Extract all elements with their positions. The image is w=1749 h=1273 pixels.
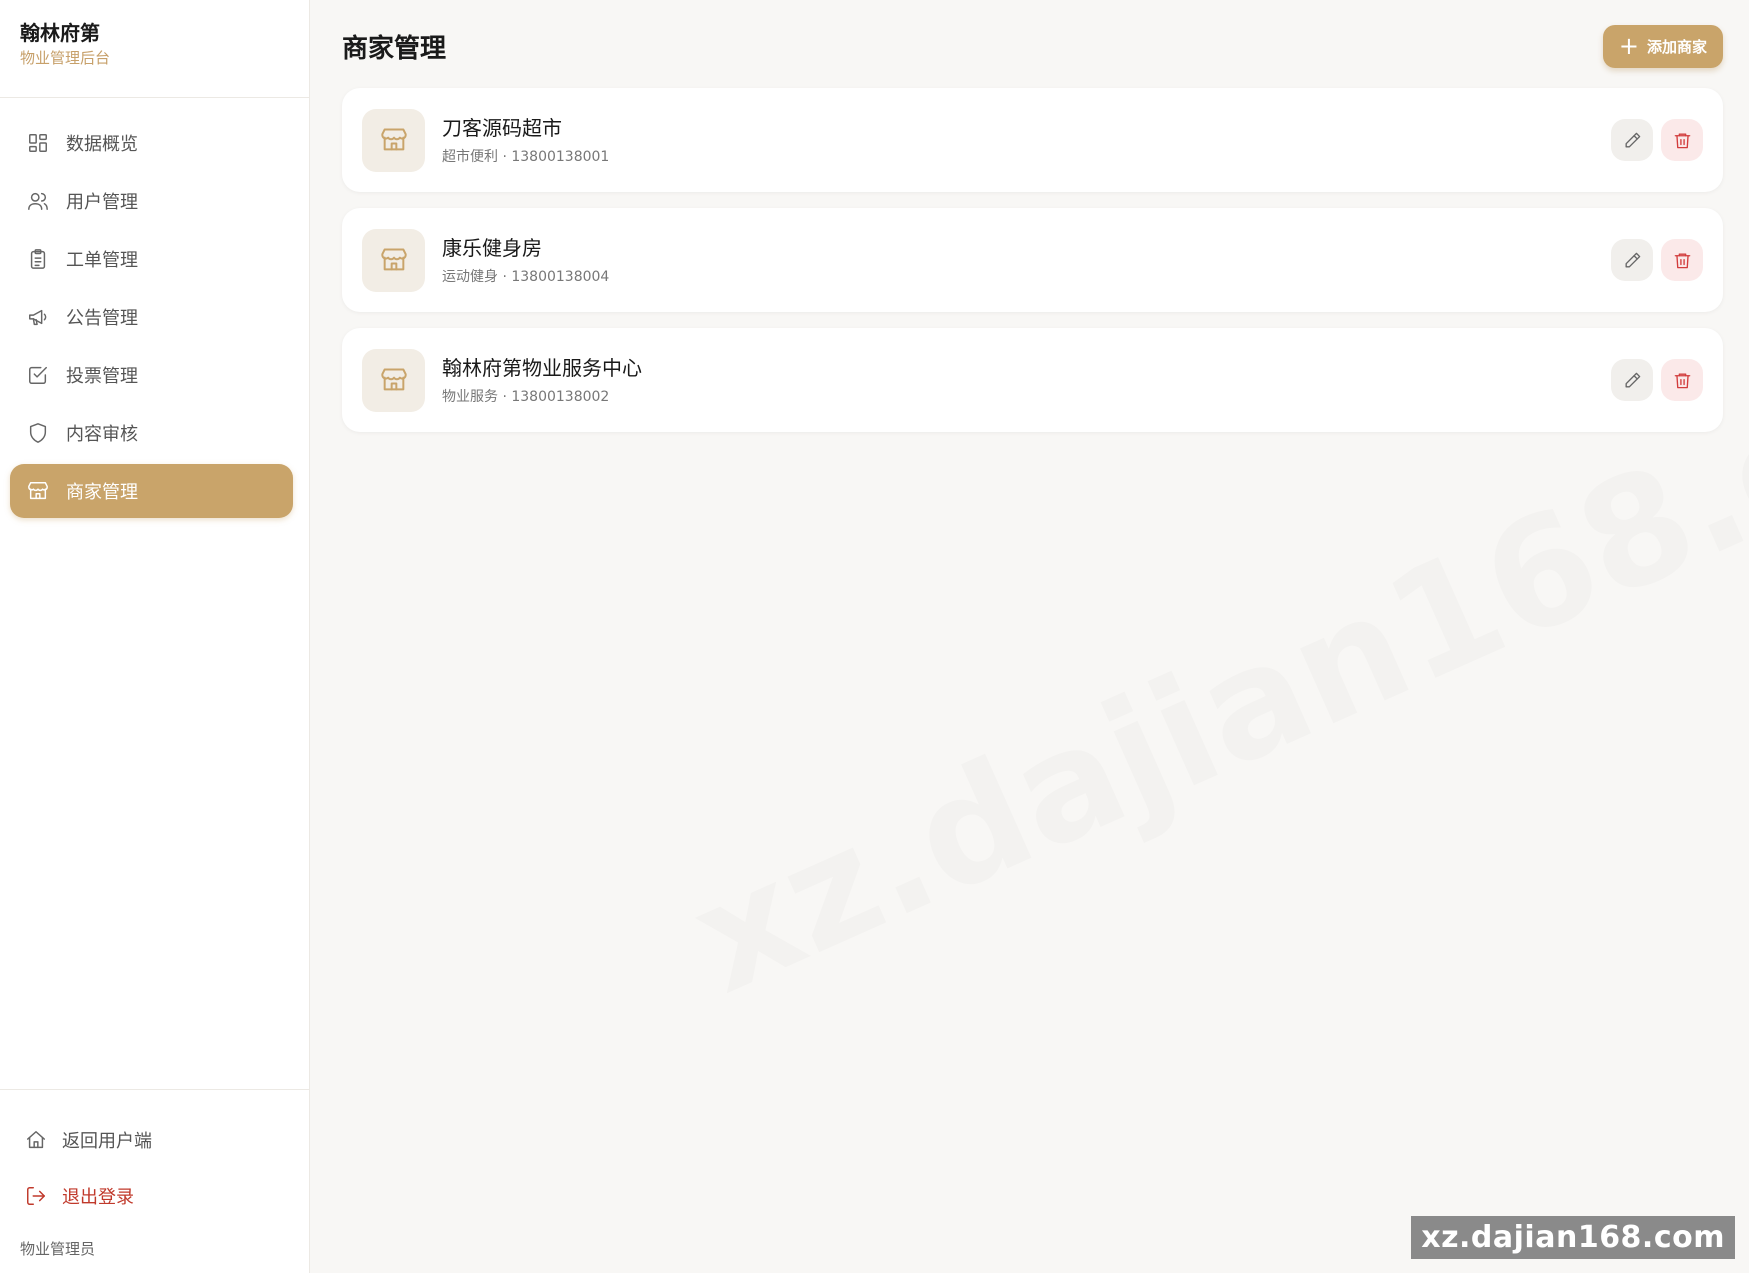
brand-title: 翰林府第 (20, 21, 100, 45)
users-icon (26, 189, 50, 213)
sidebar-item-moderation[interactable]: 内容审核 (10, 406, 293, 460)
merchant-actions (1611, 119, 1703, 161)
delete-merchant-button[interactable] (1661, 359, 1703, 401)
page-header: 商家管理 + 添加商家 (342, 24, 1723, 68)
clipboard-icon (26, 247, 50, 271)
edit-merchant-button[interactable] (1611, 359, 1653, 401)
sidebar-item-users[interactable]: 用户管理 (10, 174, 293, 228)
brand-subtitle: 物业管理后台 (20, 49, 111, 67)
home-icon (24, 1128, 48, 1152)
shield-icon (26, 421, 50, 445)
edit-merchant-button[interactable] (1611, 119, 1653, 161)
logout-label: 退出登录 (62, 1187, 134, 1208)
add-merchant-button[interactable]: + 添加商家 (1602, 24, 1723, 68)
merchant-meta: 物业服务 · 13800138002 (442, 389, 610, 405)
sidebar-item-label: 商家管理 (66, 482, 138, 503)
page-title: 商家管理 (342, 33, 447, 64)
merchant-name: 刀客源码超市 (442, 116, 562, 140)
site-watermark-badge: xz.dajian168.com (1411, 1216, 1735, 1259)
sidebar-item-label: 用户管理 (66, 192, 138, 213)
main-content: xz.dajian168.com 商家管理 + 添加商家 刀客源码超市 超市便利… (310, 0, 1749, 1273)
sidebar-item-tickets[interactable]: 工单管理 (10, 232, 293, 286)
merchant-actions (1611, 359, 1703, 401)
megaphone-icon (26, 305, 50, 329)
sidebar-item-overview[interactable]: 数据概览 (10, 116, 293, 170)
merchant-name: 康乐健身房 (442, 236, 542, 260)
edit-merchant-button[interactable] (1611, 239, 1653, 281)
sidebar-footer: 返回用户端 退出登录 物业管理员 (0, 1089, 309, 1273)
merchant-info: 康乐健身房 运动健身 · 13800138004 (442, 234, 1611, 286)
sidebar-item-label: 数据概览 (66, 134, 138, 155)
sidebar-item-label: 投票管理 (66, 366, 138, 387)
add-merchant-label: 添加商家 (1646, 37, 1707, 56)
merchant-card: 康乐健身房 运动健身 · 13800138004 (342, 208, 1723, 312)
merchant-list: 刀客源码超市 超市便利 · 13800138001 康乐健身房 运动健身 · 1… (342, 88, 1723, 432)
store-icon (362, 108, 425, 172)
merchant-meta: 超市便利 · 13800138001 (442, 149, 610, 165)
merchant-actions (1611, 239, 1703, 281)
delete-merchant-button[interactable] (1661, 239, 1703, 281)
sidebar-item-merchants[interactable]: 商家管理 (10, 464, 293, 518)
sidebar: 翰林府第 物业管理后台 数据概览 用户管理 工单管理 公告管理 投票管理 内容审… (0, 0, 310, 1273)
sidebar-item-label: 工单管理 (66, 250, 138, 271)
trash-icon (1674, 372, 1690, 388)
trash-icon (1674, 132, 1690, 148)
pencil-icon (1624, 132, 1640, 148)
sidebar-item-announcements[interactable]: 公告管理 (10, 290, 293, 344)
grid-icon (26, 131, 50, 155)
brand: 翰林府第 物业管理后台 (0, 0, 309, 98)
sidebar-item-votes[interactable]: 投票管理 (10, 348, 293, 402)
merchant-card: 刀客源码超市 超市便利 · 13800138001 (342, 88, 1723, 192)
trash-icon (1674, 252, 1690, 268)
logout-button[interactable]: 退出登录 (0, 1168, 309, 1224)
pencil-icon (1624, 252, 1640, 268)
delete-merchant-button[interactable] (1661, 119, 1703, 161)
user-role: 物业管理员 (20, 1240, 96, 1258)
sidebar-item-label: 内容审核 (66, 424, 138, 445)
merchant-info: 刀客源码超市 超市便利 · 13800138001 (442, 114, 1611, 166)
plus-icon: + (1618, 32, 1639, 60)
merchant-card: 翰林府第物业服务中心 物业服务 · 13800138002 (342, 328, 1723, 432)
merchant-meta: 运动健身 · 13800138004 (442, 269, 610, 285)
back-to-user-label: 返回用户端 (62, 1131, 152, 1152)
store-icon (26, 479, 50, 503)
merchant-info: 翰林府第物业服务中心 物业服务 · 13800138002 (442, 354, 1611, 406)
store-icon (362, 228, 425, 292)
logout-icon (24, 1184, 48, 1208)
check-square-icon (26, 363, 50, 387)
store-icon (362, 348, 425, 412)
pencil-icon (1624, 372, 1640, 388)
sidebar-nav: 数据概览 用户管理 工单管理 公告管理 投票管理 内容审核 商家管理 (0, 98, 309, 1089)
back-to-user-button[interactable]: 返回用户端 (0, 1112, 309, 1168)
sidebar-item-label: 公告管理 (66, 308, 138, 329)
merchant-name: 翰林府第物业服务中心 (442, 356, 642, 380)
